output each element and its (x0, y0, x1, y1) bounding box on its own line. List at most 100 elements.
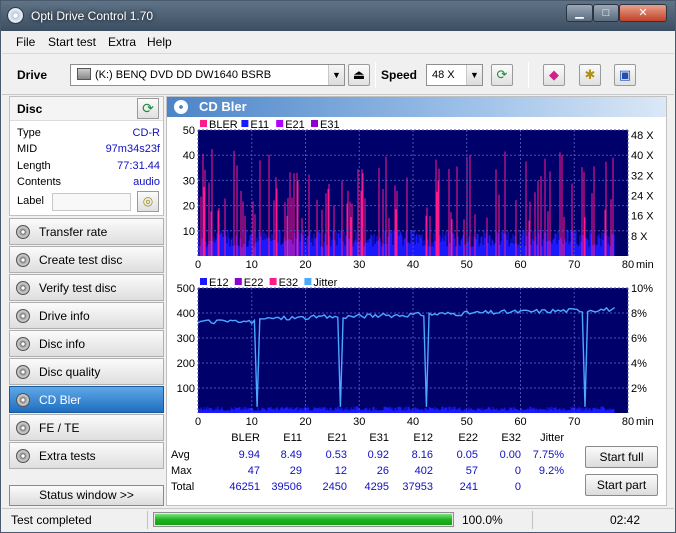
y-tick-label: 400 (177, 308, 195, 320)
y2-tick-label: 2% (631, 383, 647, 395)
stats-cell: 37953 (402, 481, 433, 493)
nav-item-cd-bler[interactable]: CD Bler (9, 386, 164, 413)
save-button[interactable]: ▣ (614, 64, 636, 86)
menu-help[interactable]: Help (147, 35, 172, 49)
stats-cell: 29 (289, 465, 302, 477)
window-title: Opti Drive Control 1.70 (31, 9, 154, 23)
stats-cell: 12 (334, 465, 347, 477)
nav-item-label: FE / TE (39, 421, 80, 435)
disc-key: Type (17, 127, 41, 139)
chevron-down-icon[interactable]: ▼ (328, 65, 344, 85)
progress-text: 100.0% (462, 513, 503, 527)
x-tick-label: 20 (299, 416, 311, 428)
disc-icon (16, 393, 30, 407)
e12-jitter-chart: E12 E22 E32 Jitter 0 10 20 30 40 50 60 70 80 min 100 20… (177, 277, 654, 428)
drive-icon (77, 68, 91, 80)
disc-key: MID (17, 143, 38, 155)
x-tick-label: 10 (246, 416, 258, 428)
y-tick-label: 500 (177, 283, 195, 295)
nav-item-drive-info[interactable]: Drive info (9, 302, 164, 329)
toolbar: Drive (K:) BENQ DVD DD DW1640 BSRB ▼ ⏏ S… (2, 53, 674, 95)
legend-swatch (200, 278, 207, 285)
stats-cell: 39506 (271, 481, 302, 493)
nav-item-label: Disc info (39, 337, 86, 351)
nav-item-verify-test-disc[interactable]: Verify test disc (9, 274, 164, 301)
disc-icon (16, 365, 30, 379)
speed-select[interactable]: 48 X ▼ (426, 64, 483, 86)
x-unit-label: min (636, 416, 654, 428)
disc-key: Label (17, 195, 44, 207)
stats-row-label: Avg (171, 449, 190, 461)
chevron-down-icon[interactable]: ▼ (466, 65, 482, 85)
title-bar[interactable]: Opti Drive Control 1.70 ▁ □ ✕ (1, 1, 675, 31)
y2-tick-label: 4% (631, 358, 647, 370)
stats-row-label: Total (171, 481, 195, 493)
left-panel: Disc ⟳ Type CD-R MID 97m34s23f Length 77… (9, 96, 164, 506)
x-tick-label: 30 (353, 416, 365, 428)
disc-header: Disc ⟳ (10, 97, 163, 121)
disc-row-label: Label (17, 195, 57, 211)
nav-item-label: Verify test disc (39, 281, 117, 295)
disc-key: Length (17, 160, 51, 172)
disc-key: Contents (17, 176, 62, 188)
disc-row-contents: Contents audio (17, 176, 160, 192)
stats-cell: 9.2% (538, 465, 564, 477)
disc-value: 97m34s23f (105, 143, 160, 155)
x-tick-label: 50 (461, 416, 473, 428)
minimize-button[interactable]: ▁ (566, 4, 593, 22)
main-panel: CD Bler BLER E11 E21 E31 0 10 20 30 40 50 60 70 80 mi… (166, 96, 667, 506)
y2-tick-label: 10% (631, 283, 653, 295)
disc-icon (16, 309, 30, 323)
stats-column-header: E11 (283, 432, 302, 444)
nav-item-transfer-rate[interactable]: Transfer rate (9, 218, 164, 245)
maximize-button[interactable]: □ (593, 4, 619, 22)
start-part-button[interactable]: Start part (585, 474, 658, 496)
stats-cell: 8.49 (280, 449, 302, 461)
disc-value: audio (133, 176, 160, 188)
nav-item-disc-info[interactable]: Disc info (9, 330, 164, 357)
stats-cell: 57 (465, 465, 478, 477)
nav-item-extra-tests[interactable]: Extra tests (9, 442, 164, 469)
status-text: Test completed (11, 513, 92, 527)
disc-label-button[interactable]: ◎ (137, 191, 159, 212)
nav-item-label: Transfer rate (39, 225, 108, 239)
stats-column-header: E32 (501, 432, 521, 444)
settings-button[interactable]: ✱ (579, 64, 601, 86)
eject-button[interactable]: ⏏ (348, 64, 370, 86)
refresh-speed-button[interactable]: ⟳ (491, 64, 513, 86)
nav-item-disc-quality[interactable]: Disc quality (9, 358, 164, 385)
stats-column-header: BLER (231, 432, 260, 444)
legend-label: E32 (279, 277, 299, 289)
status-bar: Test completed 100.0% 02:42 (2, 508, 674, 532)
stats-cell: 0.00 (499, 449, 521, 461)
disc-icon (16, 421, 30, 435)
start-full-button[interactable]: Start full (585, 446, 658, 468)
status-separator (532, 511, 533, 529)
drive-select[interactable]: (K:) BENQ DVD DD DW1640 BSRB ▼ (70, 64, 345, 86)
disc-row-mid: MID 97m34s23f (17, 143, 160, 159)
drive-select-value: (K:) BENQ DVD DD DW1640 BSRB (95, 69, 272, 81)
nav-item-create-test-disc[interactable]: Create test disc (9, 246, 164, 273)
stats-cell: 8.16 (411, 449, 433, 461)
disc-title: Disc (17, 102, 43, 116)
y-tick-label: 200 (177, 358, 195, 370)
toolbar-separator (528, 62, 529, 88)
disc-refresh-button[interactable]: ⟳ (137, 98, 159, 119)
disc-info-box: Disc ⟳ Type CD-R MID 97m34s23f Length 77… (9, 96, 164, 216)
menu-start-test[interactable]: Start test (48, 35, 96, 49)
disc-label-input[interactable] (52, 193, 131, 211)
erase-button[interactable]: ◆ (543, 64, 565, 86)
status-window-button[interactable]: Status window >> (9, 485, 164, 506)
drive-label: Drive (17, 68, 48, 82)
close-button[interactable]: ✕ (619, 4, 667, 22)
menu-extra[interactable]: Extra (108, 35, 136, 49)
y-tick-label: 100 (177, 383, 195, 395)
nav-item-fe-te[interactable]: FE / TE (9, 414, 164, 441)
stats-row-label: Max (171, 465, 192, 477)
menu-file[interactable]: File (16, 35, 35, 49)
nav-item-label: CD Bler (39, 393, 82, 407)
disc-value: 77:31.44 (117, 160, 160, 172)
stats-cell: 7.75% (532, 449, 564, 461)
x-tick-label: 60 (514, 416, 526, 428)
toolbar-separator (375, 62, 376, 88)
